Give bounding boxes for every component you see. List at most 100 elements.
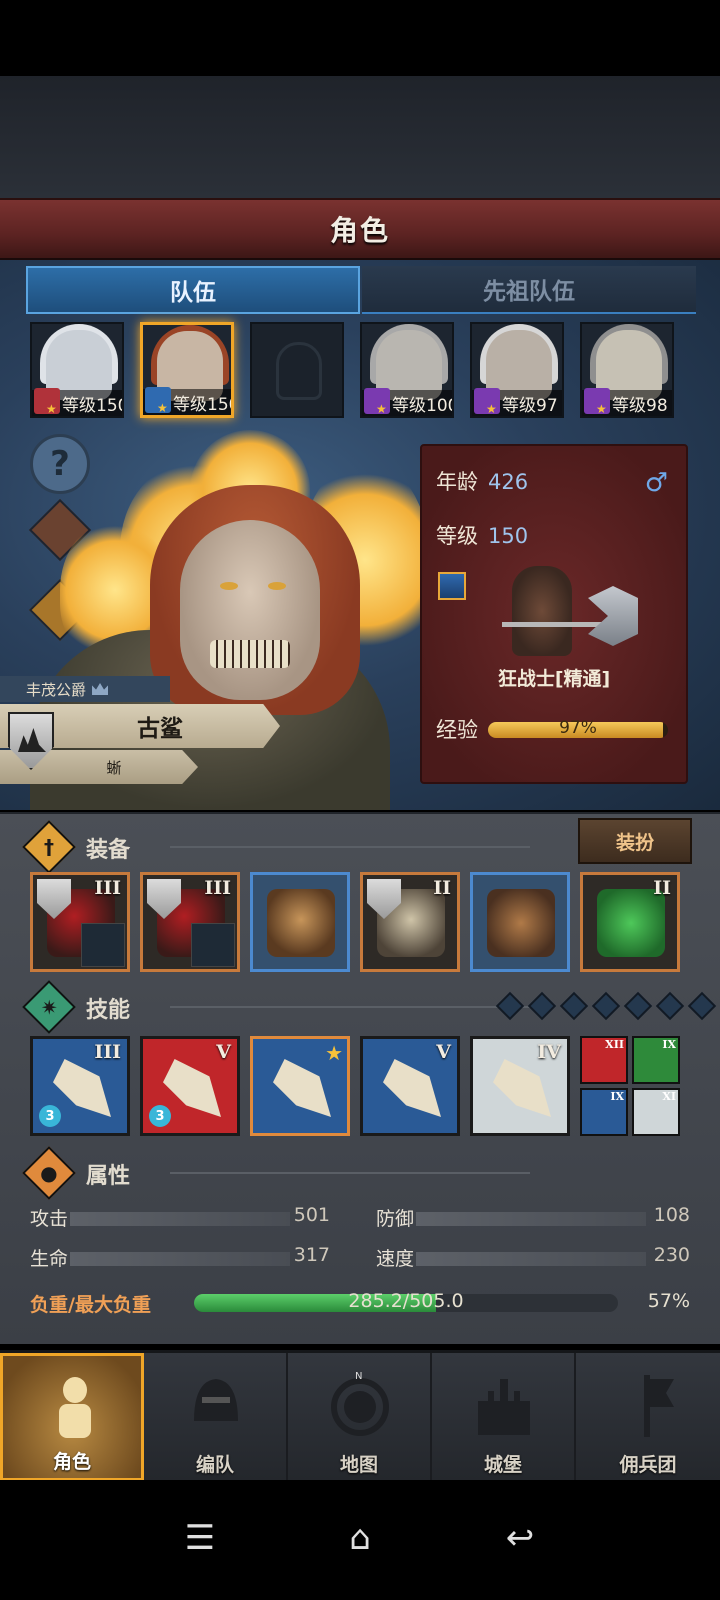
age-value: 426	[488, 470, 529, 494]
empty-helmet-icon	[276, 342, 322, 400]
equipment-slot-bloody-armor[interactable]: III	[140, 872, 240, 972]
skills-title: 技能	[86, 998, 131, 1023]
team-slot[interactable]: 等级150 ★	[140, 322, 234, 418]
attack-stat: 攻击 501	[30, 1202, 330, 1232]
star-icon: ★	[325, 1041, 343, 1065]
boots-icon	[487, 889, 555, 957]
rank-label: III	[94, 877, 121, 899]
hero-title: 丰茂公爵	[0, 676, 170, 702]
team-slot[interactable]: 等级150 ★	[30, 322, 124, 418]
hero-subname: 蜥	[106, 758, 122, 777]
equipment-slot-bloody-armor[interactable]: III	[30, 872, 130, 972]
skill-slot-indicator	[559, 991, 589, 1021]
red-strike-skill[interactable]: V3	[140, 1036, 240, 1136]
level-value: 150	[488, 524, 529, 548]
defense-stat: 防御 108	[376, 1202, 690, 1232]
compass-icon: N	[331, 1371, 389, 1436]
gem-badge: 3	[149, 1105, 171, 1127]
crystal-shield-skill-icon	[493, 1059, 551, 1117]
team-slot[interactable]: 等级97 ★	[470, 322, 564, 418]
sword-drop-skill[interactable]: III 3	[30, 1036, 130, 1136]
rank-label: II	[653, 877, 671, 899]
hero-figure	[512, 566, 572, 656]
rank-label: XII	[605, 1038, 624, 1051]
claw-skill-icon	[273, 1059, 331, 1117]
top-backdrop	[0, 76, 720, 198]
rank-label: III	[204, 877, 231, 899]
rank-label: IX	[662, 1038, 676, 1051]
nav-mercenary[interactable]: 佣兵团	[576, 1353, 720, 1481]
equipment-slot-helmet[interactable]	[250, 872, 350, 972]
crystal-shield-skill[interactable]: IV	[470, 1036, 570, 1136]
male-icon: ♂	[644, 468, 668, 498]
load-value: 285.2/505.0	[348, 1290, 464, 1312]
crystal-sword-skill[interactable]: V	[360, 1036, 460, 1136]
back-icon[interactable]: ↩	[490, 1508, 550, 1568]
stat-label: 防御	[376, 1208, 415, 1230]
nav-castle[interactable]: 城堡	[432, 1353, 576, 1481]
bottom-nav: 角色 编队 N 地图 城堡 佣兵团	[0, 1350, 720, 1481]
red-sword-skill[interactable]: XII	[580, 1036, 628, 1084]
skill-slot-indicator	[495, 991, 525, 1021]
skill-slot-indicator	[687, 991, 717, 1021]
claw-skill[interactable]: ★	[250, 1036, 350, 1136]
team-slot[interactable]: 等级100 ★	[360, 322, 454, 418]
shield-skill[interactable]: XI	[632, 1088, 680, 1136]
rank-label: IV	[537, 1041, 561, 1063]
dagger-icon: †	[22, 820, 76, 874]
skill-slot-indicator	[591, 991, 621, 1021]
nav-formation[interactable]: 编队	[144, 1353, 288, 1481]
helmet-icon	[267, 889, 335, 957]
menu-icon[interactable]: ☰	[170, 1508, 230, 1568]
star-burst-icon: ✷	[22, 980, 76, 1034]
tab-ancestor-team[interactable]: 先祖队伍	[362, 266, 696, 314]
banner-icon	[644, 1375, 674, 1437]
axe-icon	[588, 586, 638, 646]
speed-stat: 速度 230	[376, 1242, 690, 1272]
help-icon[interactable]: ?	[30, 434, 90, 494]
hero-name: 古鲨	[137, 716, 183, 742]
green-wind-skill[interactable]: IX	[632, 1036, 680, 1084]
blue-fist-skill[interactable]: IX	[580, 1088, 628, 1136]
star-icon: ★	[157, 401, 168, 415]
equipment-title: 装备	[86, 838, 131, 863]
equipment-slot-boots[interactable]	[470, 872, 570, 972]
equipment-slot-jade-figurine[interactable]: II	[580, 872, 680, 972]
class-name: 狂战士[精通]	[497, 668, 611, 690]
castle-icon	[478, 1379, 530, 1435]
system-nav-bar: ☰ ⌂ ↩	[0, 1480, 720, 1600]
rank-label: V	[436, 1041, 451, 1063]
axe-icon	[191, 923, 235, 967]
person-icon: ●	[22, 1146, 76, 1200]
nav-label: 地图	[339, 1454, 378, 1476]
rank-label: III	[94, 1041, 121, 1063]
equipment-slot-fur-armor[interactable]: II	[360, 872, 460, 972]
load-row: 负重/最大负重 285.2/505.0 57%	[30, 1286, 690, 1320]
rank-label: II	[433, 877, 451, 899]
tab-ancestor-label: 先祖队伍	[483, 279, 575, 305]
outfit-button[interactable]: 装扮	[578, 818, 692, 864]
star-icon: ★	[46, 402, 57, 416]
age-label: 年龄	[436, 470, 478, 494]
sword-drop-skill-icon	[53, 1059, 111, 1117]
nav-map[interactable]: N 地图	[288, 1353, 432, 1481]
stat-value: 108	[653, 1204, 690, 1226]
crystal-sword-skill-icon	[383, 1059, 441, 1117]
red-strike-skill-icon	[163, 1059, 221, 1117]
nav-label: 编队	[195, 1454, 234, 1476]
equipment-slots: III III II II	[30, 872, 690, 972]
team-slot[interactable]: 等级98 ★	[580, 322, 674, 418]
skill-slot-indicators	[495, 991, 720, 1021]
skill-slot-indicator	[655, 991, 685, 1021]
star-icon: ★	[376, 402, 387, 416]
team-slot-empty[interactable]	[250, 322, 344, 418]
home-icon[interactable]: ⌂	[330, 1508, 390, 1568]
nav-character[interactable]: 角色	[0, 1353, 144, 1481]
hero-title-text: 丰茂公爵	[26, 680, 87, 699]
crown-icon	[92, 683, 109, 695]
stat-label: 生命	[30, 1248, 69, 1270]
details-panel: † 装备 装扮 III III II II ✷ 技能 III 3 V 3 ★ V IV XII IX I…	[0, 812, 720, 1344]
stat-value: 317	[293, 1244, 330, 1266]
tab-team[interactable]: 队伍	[26, 266, 360, 314]
nav-label: 角色	[52, 1451, 91, 1473]
